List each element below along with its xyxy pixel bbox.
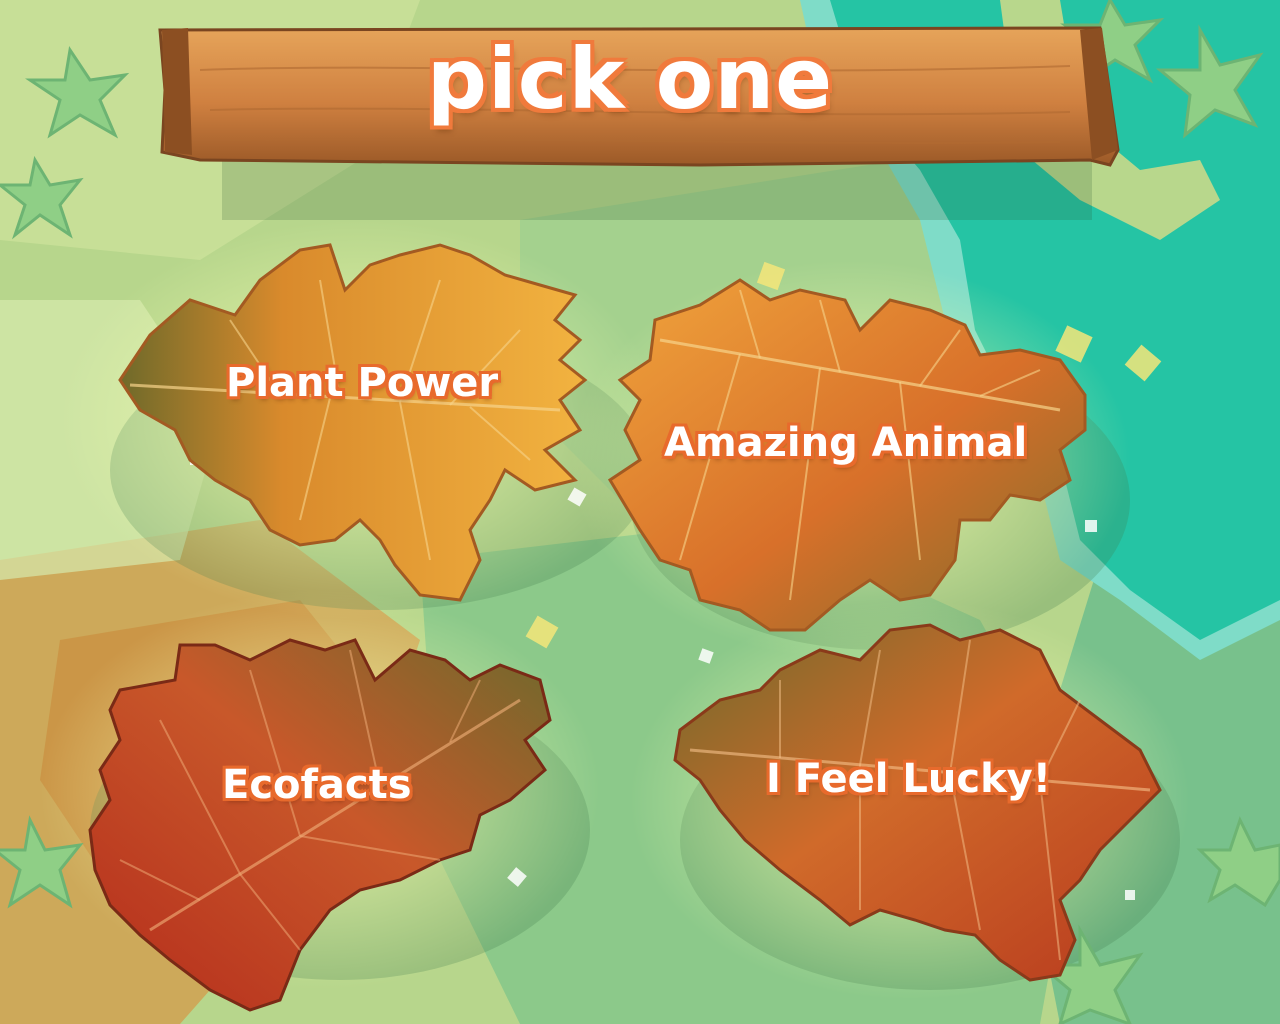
ecofacts-leaf-button[interactable]	[88, 638, 552, 1012]
i-feel-lucky-leaf-button[interactable]	[673, 623, 1162, 982]
option-leaves	[88, 243, 1162, 1012]
plant-power-leaf-button[interactable]	[118, 243, 588, 602]
amazing-animal-leaf-button[interactable]	[607, 278, 1087, 632]
